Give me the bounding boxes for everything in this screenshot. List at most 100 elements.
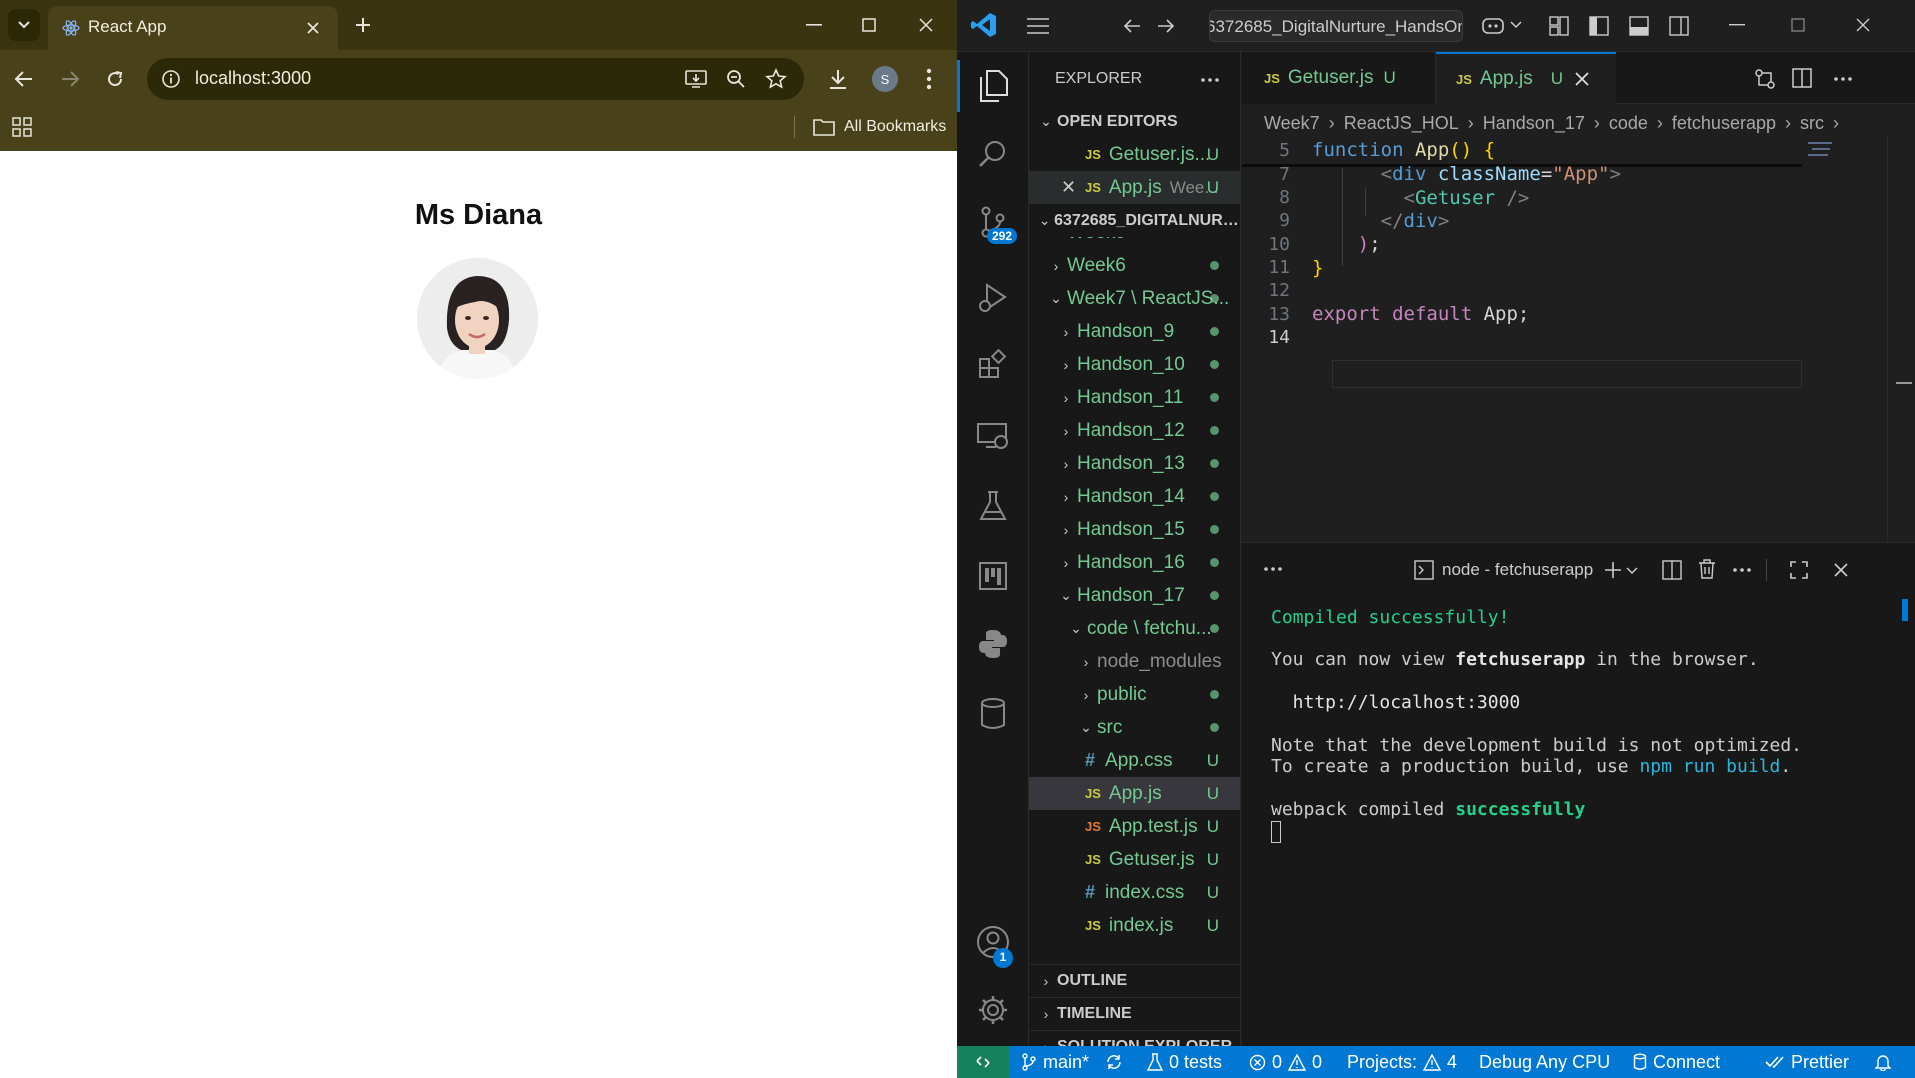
- editor-more-icon[interactable]: [1834, 77, 1852, 81]
- debug-config[interactable]: Debug Any CPU: [1479, 1046, 1610, 1078]
- profile-avatar[interactable]: S: [872, 66, 898, 92]
- maximize-panel-icon[interactable]: [1790, 561, 1808, 579]
- remote-explorer-activity[interactable]: [957, 406, 1029, 466]
- tree-folder[interactable]: › Handson_13: [1029, 447, 1240, 480]
- terminal-scrollbar[interactable]: [1902, 599, 1908, 621]
- terminal-output[interactable]: Compiled successfully! You can now view …: [1242, 591, 1882, 1041]
- download-icon[interactable]: [828, 68, 848, 90]
- run-debug-activity[interactable]: [957, 268, 1029, 328]
- project-board-activity[interactable]: [957, 546, 1029, 606]
- tree-folder[interactable]: ⌄ Week7 \ ReactJS...: [1029, 282, 1240, 315]
- prettier-indicator[interactable]: Prettier: [1765, 1046, 1849, 1078]
- breadcrumb-item[interactable]: Handson_17: [1483, 113, 1585, 134]
- toggle-primary-sidebar-icon[interactable]: [1589, 16, 1609, 36]
- open-editor-getuser[interactable]: JS Getuser.js... U: [1029, 138, 1240, 171]
- command-center-search[interactable]: 6372685_DigitalNurture_HandsOnExer: [1209, 10, 1463, 42]
- extensions-activity[interactable]: [957, 334, 1029, 394]
- problems-indicator[interactable]: 0 0: [1249, 1046, 1322, 1078]
- copilot-icon[interactable]: [1481, 14, 1507, 36]
- new-terminal-icon[interactable]: [1604, 561, 1622, 579]
- tree-folder[interactable]: › Handson_10: [1029, 348, 1240, 381]
- breadcrumb-item[interactable]: code: [1609, 113, 1648, 134]
- breadcrumb-item[interactable]: Week7: [1264, 113, 1320, 134]
- tree-folder[interactable]: › Handson_9: [1029, 315, 1240, 348]
- notifications-indicator[interactable]: [1875, 1046, 1891, 1078]
- code-line[interactable]: 14: [1242, 323, 1312, 351]
- tree-folder[interactable]: › Handson_15: [1029, 513, 1240, 546]
- tab-getuser-js[interactable]: JS Getuser.js U: [1242, 52, 1436, 104]
- forward-icon[interactable]: [60, 70, 80, 88]
- vscode-maximize-icon[interactable]: [1791, 18, 1805, 32]
- split-editor-icon[interactable]: [1792, 68, 1812, 88]
- tree-file[interactable]: JS App.test.js U: [1029, 810, 1240, 843]
- tree-folder[interactable]: › public: [1029, 678, 1240, 711]
- panel-more-icon[interactable]: [1264, 567, 1282, 571]
- source-control-activity[interactable]: 292: [957, 192, 1029, 252]
- close-panel-icon[interactable]: [1834, 563, 1848, 577]
- python-activity[interactable]: [957, 614, 1029, 674]
- site-info-icon[interactable]: [161, 69, 181, 89]
- close-window-icon[interactable]: [919, 18, 933, 32]
- tree-file[interactable]: # index.css U: [1029, 876, 1240, 909]
- split-terminal-icon[interactable]: [1662, 560, 1682, 580]
- close-tab-icon[interactable]: [1575, 72, 1589, 86]
- reload-icon[interactable]: [105, 69, 125, 89]
- editor-scrollbar[interactable]: [1887, 136, 1901, 542]
- new-tab-icon[interactable]: [354, 16, 372, 34]
- tree-folder[interactable]: ⌄ code \ fetchu...: [1029, 612, 1240, 645]
- projects-indicator[interactable]: Projects: 4: [1347, 1046, 1457, 1078]
- tree-folder[interactable]: › Handson_12: [1029, 414, 1240, 447]
- tree-folder[interactable]: › Handson_14: [1029, 480, 1240, 513]
- kill-terminal-icon[interactable]: [1698, 559, 1716, 579]
- tree-folder[interactable]: › Week6: [1029, 249, 1240, 282]
- close-tab-icon[interactable]: [306, 21, 320, 35]
- all-bookmarks-link[interactable]: All Bookmarks: [844, 118, 946, 136]
- tab-search-button[interactable]: [8, 9, 40, 41]
- accounts-activity[interactable]: 1: [957, 912, 1029, 972]
- close-editor-icon[interactable]: ✕: [1061, 177, 1085, 198]
- apps-grid-icon[interactable]: [12, 117, 32, 137]
- tree-folder[interactable]: ⌄ src: [1029, 711, 1240, 744]
- address-bar[interactable]: localhost:3000: [147, 58, 804, 100]
- minimize-icon[interactable]: [806, 24, 822, 26]
- breadcrumb-item[interactable]: ReactJS_HOL: [1344, 113, 1459, 134]
- timeline-section[interactable]: › TIMELINE: [1029, 997, 1240, 1030]
- breadcrumb-item[interactable]: fetchuserapp: [1672, 113, 1776, 134]
- tree-file[interactable]: JS App.js U: [1029, 777, 1240, 810]
- tree-folder[interactable]: ›Week5: [1029, 237, 1240, 249]
- explorer-more-icon[interactable]: [1201, 78, 1219, 82]
- search-activity[interactable]: [957, 124, 1029, 184]
- sync-icon[interactable]: [1105, 1053, 1123, 1071]
- bookmark-star-icon[interactable]: [765, 68, 787, 90]
- manage-activity[interactable]: [957, 980, 1029, 1040]
- maximize-icon[interactable]: [862, 18, 876, 32]
- testing-activity[interactable]: [957, 476, 1029, 536]
- explorer-activity[interactable]: [957, 56, 1029, 116]
- terminal-more-icon[interactable]: [1733, 568, 1751, 572]
- tests-indicator[interactable]: 0 tests: [1147, 1046, 1222, 1078]
- workspace-section[interactable]: ⌄ 6372685_DIGITALNURTUR...: [1029, 204, 1240, 237]
- copilot-dropdown-icon[interactable]: [1510, 21, 1522, 29]
- nav-forward-icon[interactable]: [1157, 18, 1175, 34]
- tree-folder[interactable]: › Handson_16: [1029, 546, 1240, 579]
- vscode-minimize-icon[interactable]: [1729, 24, 1745, 26]
- tree-folder[interactable]: ⌄ Handson_17: [1029, 579, 1240, 612]
- tree-file[interactable]: JS Getuser.js U: [1029, 843, 1240, 876]
- tree-folder[interactable]: › node_modules: [1029, 645, 1240, 678]
- solution-explorer-section[interactable]: › SOLUTION EXPLORER: [1029, 1030, 1240, 1046]
- open-editors-section[interactable]: ⌄ OPEN EDITORS: [1029, 105, 1240, 138]
- hamburger-menu-icon[interactable]: [1027, 18, 1049, 34]
- tree-folder[interactable]: › Handson_11: [1029, 381, 1240, 414]
- browser-tab-react-app[interactable]: React App: [48, 6, 338, 50]
- terminal-title[interactable]: node - fetchuserapp: [1442, 560, 1593, 580]
- remote-indicator[interactable]: [957, 1046, 1009, 1078]
- tab-app-js[interactable]: JS App.js U: [1436, 52, 1616, 104]
- toggle-panel-icon[interactable]: [1629, 16, 1649, 36]
- browser-menu-icon[interactable]: [926, 68, 932, 90]
- connect-indicator[interactable]: Connect: [1633, 1046, 1720, 1078]
- back-icon[interactable]: [14, 70, 34, 88]
- tree-file[interactable]: # App.css U: [1029, 744, 1240, 777]
- database-activity[interactable]: [957, 684, 1029, 744]
- open-editor-app[interactable]: ✕ JS App.js Wee... U: [1029, 171, 1240, 204]
- customize-layout-icon[interactable]: [1549, 16, 1569, 36]
